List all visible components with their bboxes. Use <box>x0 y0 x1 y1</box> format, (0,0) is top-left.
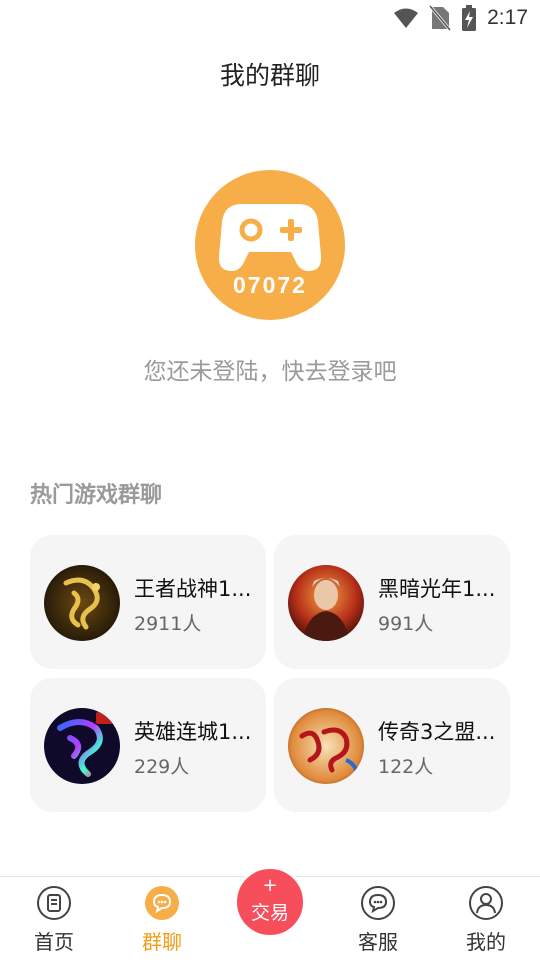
tab-customer-service[interactable]: 客服 <box>328 885 428 959</box>
group-member-count: 122人 <box>378 756 434 778</box>
group-name: 英雄连城1... <box>134 720 252 744</box>
status-bar: 2:17 <box>0 0 540 36</box>
app-logo[interactable]: 07072 <box>195 170 345 320</box>
chat-icon <box>145 886 179 920</box>
tab-label: 群聊 <box>142 930 182 954</box>
dragon-game-avatar-icon <box>44 565 120 641</box>
status-icons: 2:17 <box>393 4 528 32</box>
service-icon <box>361 886 395 920</box>
section-title: 热门游戏群聊 <box>30 483 163 508</box>
battery-charging-icon <box>462 5 477 31</box>
status-time: 2:17 <box>487 6 528 29</box>
tab-group-chat[interactable]: 群聊 <box>112 885 212 959</box>
page-title: 我的群聊 <box>219 61 320 90</box>
tab-label: 客服 <box>358 930 398 954</box>
group-name: 黑暗光年1... <box>378 577 496 601</box>
trade-button[interactable]: + 交易 <box>234 866 306 938</box>
group-card[interactable]: 黑暗光年1... 991人 <box>274 535 510 669</box>
tab-profile[interactable]: 我的 <box>436 885 536 959</box>
home-icon <box>37 886 71 920</box>
group-card[interactable]: 传奇3之盟... 122人 <box>274 678 510 812</box>
warrior-game-avatar-icon <box>288 565 364 641</box>
trade-label: 交易 <box>250 902 289 924</box>
wifi-icon <box>394 8 419 28</box>
group-name: 传奇3之盟... <box>378 720 496 744</box>
tab-label: 我的 <box>466 930 506 954</box>
profile-icon <box>469 886 503 920</box>
legend-game-avatar-icon <box>288 708 364 784</box>
tab-home[interactable]: 首页 <box>4 885 104 959</box>
logo-text: 07072 <box>233 272 307 298</box>
plus-icon: + <box>262 875 278 896</box>
group-member-count: 229人 <box>134 756 190 778</box>
login-prompt[interactable]: 您还未登陆，快去登录吧 <box>0 352 540 386</box>
tab-label: 首页 <box>34 930 74 954</box>
group-member-count: 2911人 <box>134 613 202 635</box>
group-card[interactable]: 王者战神1... 2911人 <box>30 535 266 669</box>
dragon-neon-game-avatar-icon <box>44 708 120 784</box>
group-card[interactable]: 英雄连城1... 229人 <box>30 678 266 812</box>
no-sim-icon <box>429 5 452 31</box>
group-member-count: 991人 <box>378 613 434 635</box>
group-name: 王者战神1... <box>134 577 252 601</box>
